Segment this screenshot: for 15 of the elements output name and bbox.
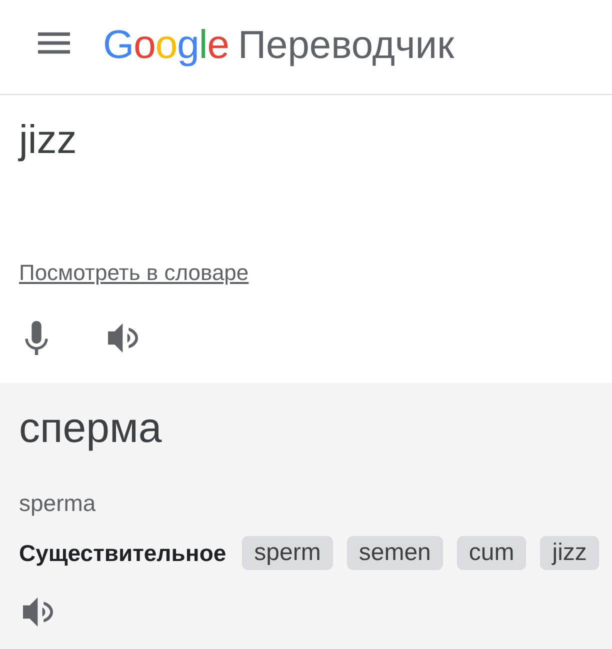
translation-text: сперма [19,403,162,453]
synonym-chip[interactable]: jizz [540,536,599,570]
transliteration-text: sperma [19,489,96,517]
source-text[interactable]: jizz [19,116,77,164]
synonym-chip[interactable]: semen [346,536,443,570]
dictionary-link[interactable]: Посмотреть в словаре [19,259,249,287]
speaker-icon[interactable] [22,596,54,628]
synonym-chip[interactable]: cum [456,536,526,570]
menu-icon[interactable] [38,32,70,54]
speaker-icon[interactable] [107,322,139,354]
part-of-speech-label: Существительное [19,540,226,566]
google-logo: Google [103,25,230,65]
microphone-icon[interactable] [25,321,48,355]
app-title: Переводчик [238,26,454,64]
synonym-chip[interactable]: sperm [242,536,333,570]
